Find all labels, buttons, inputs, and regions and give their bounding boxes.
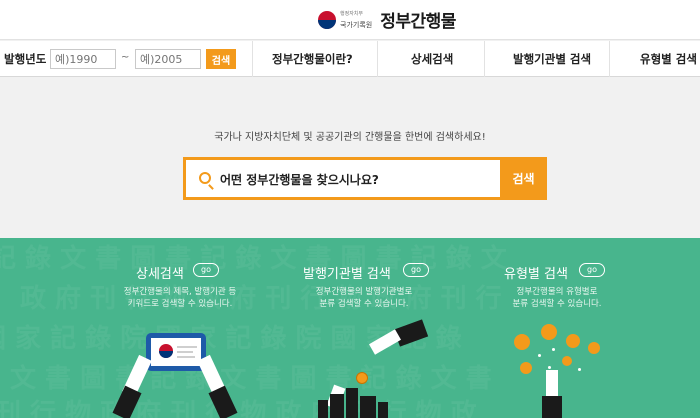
navigation-bar: 발행년도 ~ 검색 정부간행물이란? 상세검색 발행기관별 검색 유형별 검색 <box>0 41 700 77</box>
feature-title-type[interactable]: 유형별 검색 <box>504 263 568 282</box>
search-icon <box>199 172 211 184</box>
feature-desc-detailed: 정부간행물의 제목, 발행기관 등 키워드로 검색할 수 있습니다. <box>95 286 265 310</box>
nav-item-about[interactable]: 정부간행물이란? <box>272 51 353 67</box>
year-search-button[interactable]: 검색 <box>206 49 236 69</box>
year-from-input[interactable] <box>50 49 116 69</box>
nav-item-detailed-search[interactable]: 상세검색 <box>411 51 453 67</box>
category-bubble-icon <box>562 356 572 366</box>
feature-title-publisher[interactable]: 발행기관별 검색 <box>303 263 391 282</box>
nav-divider <box>609 41 610 77</box>
desc-line: 정부간행물의 유형별로 <box>516 287 598 297</box>
site-title: 정부간행물 <box>380 12 456 32</box>
year-range-separator: ~ <box>121 52 130 63</box>
nav-divider <box>484 41 485 77</box>
coin-icon <box>356 372 368 384</box>
year-label: 발행년도 <box>4 52 47 66</box>
nav-item-type-search[interactable]: 유형별 검색 <box>640 51 697 67</box>
building-icon <box>346 388 358 418</box>
organization-name: 행정자치부 국가기록원 <box>340 10 372 30</box>
site-header: 행정자치부 국가기록원 정부간행물 <box>0 0 700 40</box>
year-to-input[interactable] <box>135 49 201 69</box>
desc-line: 정부간행물의 발행기관별로 <box>315 287 413 297</box>
go-button-detailed[interactable]: go <box>193 263 219 277</box>
nav-divider <box>252 41 253 77</box>
nav-item-publisher-search[interactable]: 발행기관별 검색 <box>513 51 591 67</box>
category-bubble-icon <box>520 362 532 374</box>
go-button-type[interactable]: go <box>579 263 605 277</box>
building-icon <box>360 396 376 418</box>
desc-line: 키워드로 검색할 수 있습니다. <box>127 299 233 309</box>
background-pattern: 刊 行 物 政 府 刊 行 物 政 府 刊 行 物 政 <box>0 399 477 418</box>
category-bubble-icon <box>514 334 530 350</box>
building-icon <box>378 402 388 418</box>
desc-line: 분류 검색할 수 있습니다. <box>512 299 602 309</box>
nav-divider <box>377 41 378 77</box>
main-search-button[interactable]: 검색 <box>500 157 547 200</box>
feature-desc-type: 정부간행물의 유형별로 분류 검색할 수 있습니다. <box>472 286 642 310</box>
taegeuk-icon <box>159 344 173 358</box>
category-bubble-icon <box>566 334 580 348</box>
building-icon <box>330 394 344 418</box>
org-main: 국가기록원 <box>340 20 373 29</box>
building-icon <box>318 400 328 418</box>
feature-section: 記 錄 文 書 圖 書 記 錄 文 書 圖 書 記 錄 文 政 府 刊 行 物 … <box>0 238 700 418</box>
hero-description: 국가나 지방자치단체 및 공공기관의 간행물을 한번에 검색하세요! <box>214 132 486 143</box>
background-pattern: 文 書 圖 書 記 錄 文 書 圖 書 記 錄 文 書 <box>10 364 492 394</box>
feature-desc-publisher: 정부간행물의 발행기관별로 분류 검색할 수 있습니다. <box>279 286 449 310</box>
feature-title-detailed[interactable]: 상세검색 <box>136 263 184 282</box>
category-bubble-icon <box>588 342 600 354</box>
main-search-input[interactable]: 어떤 정부간행물을 찾으시나요? <box>183 157 501 200</box>
org-sub: 행정자치부 <box>340 10 364 17</box>
category-bubble-icon <box>541 324 557 340</box>
site-logo[interactable]: 행정자치부 국가기록원 정부간행물 <box>318 7 456 32</box>
background-pattern: 記 錄 文 書 圖 書 記 錄 文 書 圖 書 記 錄 文 <box>0 244 507 274</box>
search-placeholder: 어떤 정부간행물을 찾으시나요? <box>220 173 379 187</box>
go-button-publisher[interactable]: go <box>403 263 429 277</box>
desc-line: 분류 검색할 수 있습니다. <box>319 299 409 309</box>
government-emblem-icon <box>318 10 336 29</box>
tablet-icon <box>146 333 206 371</box>
desc-line: 정부간행물의 제목, 발행기관 등 <box>123 287 237 297</box>
